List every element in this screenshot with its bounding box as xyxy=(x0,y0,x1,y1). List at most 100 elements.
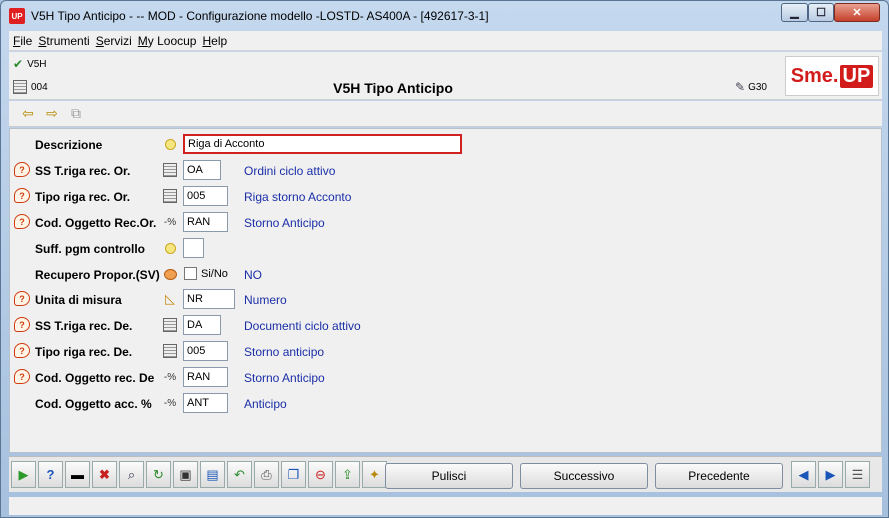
play-icon[interactable]: ▶ xyxy=(11,461,36,488)
suff-pgm-controllo-input[interactable] xyxy=(183,238,204,258)
previous-button[interactable]: Precedente xyxy=(655,463,783,489)
field-description: Storno Anticipo xyxy=(244,216,325,230)
info-bubble-icon[interactable]: ? xyxy=(14,291,30,306)
arrow-right-icon[interactable]: ▶ xyxy=(818,461,843,488)
export-icon[interactable]: ⇪ xyxy=(335,461,360,488)
field-label: Cod. Oggetto acc. % xyxy=(35,397,152,411)
undo-icon[interactable]: ↶ xyxy=(227,461,252,488)
menu-servizi[interactable]: Servizi xyxy=(96,34,132,48)
close-button[interactable]: ✕ xyxy=(834,3,880,22)
tipo-riga-rec-de-input[interactable] xyxy=(183,341,228,361)
field-label: Cod. Oggetto rec. De xyxy=(35,371,155,385)
minimize-button[interactable]: ▁ xyxy=(781,3,808,22)
table-icon[interactable] xyxy=(162,317,178,333)
info-bubble-icon[interactable]: ? xyxy=(14,162,30,177)
header-panel: ✔ V5H 004 V5H Tipo Anticipo ✎ G30 Sme. UP xyxy=(9,52,882,100)
descrizione-input[interactable] xyxy=(183,134,462,154)
document-icon[interactable]: ▤ xyxy=(200,461,225,488)
status-bar xyxy=(9,497,882,515)
help-icon[interactable]: ? xyxy=(38,461,63,488)
maximize-button[interactable]: ☐ xyxy=(808,3,834,22)
info-bubble-icon[interactable]: ? xyxy=(14,317,30,332)
yellow-circle-icon xyxy=(162,240,178,256)
list-icon[interactable]: ☰ xyxy=(845,461,870,488)
field-label: Suff. pgm controllo xyxy=(35,242,145,256)
form-row-recupero-propor: Recupero Propor.(SV) Si/No NO xyxy=(10,263,880,287)
tipo-riga-rec-or-input[interactable] xyxy=(183,186,228,206)
toolbar: ⇦ ⇨ ⧉ xyxy=(9,101,882,127)
cod-oggetto-rec-de-input[interactable] xyxy=(183,367,228,387)
ss-triga-rec-de-input[interactable] xyxy=(183,315,221,335)
header-right-code[interactable]: ✎ G30 xyxy=(735,80,767,94)
info-bubble-icon[interactable]: ? xyxy=(14,214,30,229)
cod-oggetto-rec-or-input[interactable] xyxy=(183,212,228,232)
title-bar[interactable]: UP V5H Tipo Anticipo - -- MOD - Configur… xyxy=(1,1,888,31)
arrow-left-icon[interactable]: ◀ xyxy=(791,461,816,488)
table-icon[interactable] xyxy=(162,188,178,204)
field-label: Unita di misura xyxy=(35,293,122,307)
bottom-button-bar: ▶ ? ▬ ✖ ⌕ ↻ ▣ ▤ ↶ ⎙ ❐ ⊖ ⇪ ✦ Pulisci Succ… xyxy=(9,456,882,492)
info-bubble-icon[interactable]: ? xyxy=(14,369,30,384)
field-description: Documenti ciclo attivo xyxy=(244,319,361,333)
window-title: V5H Tipo Anticipo - -- MOD - Configurazi… xyxy=(31,9,489,23)
menu-strumenti[interactable]: Strumenti xyxy=(38,34,89,48)
form-row-unita-di-misura: ? Unita di misura ◺ Numero xyxy=(10,288,880,312)
refresh-icon[interactable]: ↻ xyxy=(146,461,171,488)
stop-icon[interactable]: ⊖ xyxy=(308,461,333,488)
back-icon[interactable]: ⇦ xyxy=(19,105,37,123)
percent-icon: -% xyxy=(163,216,177,228)
next-button[interactable]: Successivo xyxy=(520,463,648,489)
copy-icon[interactable]: ❐ xyxy=(281,461,306,488)
field-description: Storno anticipo xyxy=(244,345,325,359)
save-icon[interactable]: ▣ xyxy=(173,461,198,488)
tree-icon[interactable]: ⧉ xyxy=(67,105,85,123)
action-icons: ▶ ? ▬ ✖ ⌕ ↻ ▣ ▤ ↶ ⎙ ❐ ⊖ ⇪ ✦ xyxy=(11,461,389,488)
info-bubble-icon[interactable]: ? xyxy=(14,343,30,358)
field-description: Anticipo xyxy=(244,397,287,411)
print-icon[interactable]: ⎙ xyxy=(254,461,279,488)
field-label: Tipo riga rec. Or. xyxy=(35,190,131,204)
clear-button[interactable]: Pulisci xyxy=(385,463,513,489)
terminal-icon[interactable]: ▬ xyxy=(65,461,90,488)
menu-my-loocup[interactable]: My Loocup xyxy=(138,34,197,48)
cod-oggetto-acc-input[interactable] xyxy=(183,393,228,413)
field-description: Ordini ciclo attivo xyxy=(244,164,336,178)
percent-icon: -% xyxy=(163,371,177,383)
nav-icons: ◀ ▶ ☰ xyxy=(791,461,872,488)
field-label: SS T.riga rec. Or. xyxy=(35,164,131,178)
form-row-cod-oggetto-rec-de: ? Cod. Oggetto rec. De -% Storno Anticip… xyxy=(10,366,880,390)
app-icon: UP xyxy=(9,8,25,24)
field-label: Descrizione xyxy=(35,138,103,152)
menu-help[interactable]: Help xyxy=(202,34,227,48)
form-row-ss-triga-rec-or: ? SS T.riga rec. Or. Ordini ciclo attivo xyxy=(10,159,880,183)
notepad-icon: ✎ xyxy=(735,80,746,94)
ss-triga-rec-or-input[interactable] xyxy=(183,160,221,180)
form-row-tipo-riga-rec-or: ? Tipo riga rec. Or. Riga storno Acconto xyxy=(10,185,880,209)
minimize-icon: ▁ xyxy=(790,7,799,19)
form-row-tipo-riga-rec-de: ? Tipo riga rec. De. Storno anticipo xyxy=(10,340,880,364)
field-label: SS T.riga rec. De. xyxy=(35,319,133,333)
recupero-propor-checkbox[interactable] xyxy=(184,267,197,280)
search-icon[interactable]: ⌕ xyxy=(119,461,144,488)
page-title: V5H Tipo Anticipo xyxy=(333,80,453,96)
field-description: Numero xyxy=(244,293,287,307)
table-icon[interactable] xyxy=(162,162,178,178)
form-row-cod-oggetto-acc: Cod. Oggetto acc. % -% Anticipo xyxy=(10,392,880,416)
form-row-descrizione: Descrizione xyxy=(10,133,880,157)
form-row-cod-oggetto-rec-or: ? Cod. Oggetto Rec.Or. -% Storno Anticip… xyxy=(10,211,880,235)
field-label: Recupero Propor.(SV) xyxy=(35,268,160,282)
info-bubble-icon[interactable]: ? xyxy=(14,188,30,203)
help-check-icon: ✔ xyxy=(13,57,24,71)
forward-icon[interactable]: ⇨ xyxy=(43,105,61,123)
table-icon[interactable] xyxy=(162,343,178,359)
application-window: UP V5H Tipo Anticipo - -- MOD - Configur… xyxy=(0,0,889,518)
wand-icon[interactable]: ✦ xyxy=(362,461,387,488)
orange-oval-icon xyxy=(162,266,178,282)
maximize-icon: ☐ xyxy=(816,7,826,19)
menu-file[interactable]: File xyxy=(13,34,32,48)
delete-icon[interactable]: ✖ xyxy=(92,461,117,488)
unita-di-misura-input[interactable] xyxy=(183,289,235,309)
logo-up: UP xyxy=(839,64,874,88)
ruler-triangle-icon[interactable]: ◺ xyxy=(162,291,178,307)
form-row-ss-triga-rec-de: ? SS T.riga rec. De. Documenti ciclo att… xyxy=(10,314,880,338)
